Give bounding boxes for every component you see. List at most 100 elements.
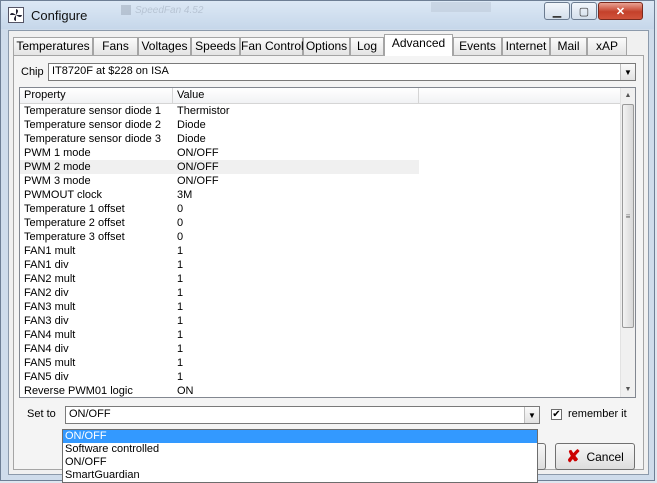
table-row[interactable]: Reverse PWM01 logic ON (20, 384, 621, 397)
property-cell: Temperature sensor diode 2 (24, 119, 161, 131)
dialog-client: Temperatures Fans Voltages Speeds Fan Contro… (8, 30, 649, 475)
maximize-icon: ▢ (578, 5, 590, 18)
table-row[interactable]: Temperature 1 offset 0 (20, 202, 621, 216)
value-cell: 1 (177, 245, 184, 257)
chevron-down-icon[interactable]: ▼ (620, 64, 635, 80)
table-row[interactable]: Temperature 3 offset 0 (20, 230, 621, 244)
tab-speeds[interactable]: Speeds (191, 37, 240, 55)
column-header-empty (419, 88, 621, 103)
list-rows: Temperature sensor diode 1 Thermistor Temp… (20, 104, 621, 397)
property-cell: FAN3 mult (24, 301, 76, 313)
tab-advanced[interactable]: Advanced (384, 34, 453, 56)
tab-voltages[interactable]: Voltages (138, 37, 191, 55)
table-row[interactable]: PWMOUT clock 3M (20, 188, 621, 202)
background-window-title: SpeedFan 4.52 (121, 5, 271, 19)
column-header-property[interactable]: Property (20, 88, 173, 103)
value-cell: ON/OFF (173, 160, 419, 174)
value-cell: Diode (177, 119, 206, 131)
tab-events[interactable]: Events (453, 37, 502, 55)
property-cell: Temperature 1 offset (24, 203, 125, 215)
remember-checkbox[interactable]: ✔ (551, 409, 562, 420)
table-row[interactable]: FAN2 div 1 (20, 286, 621, 300)
property-cell: FAN4 div (24, 343, 69, 355)
table-row[interactable]: PWM 3 mode ON/OFF (20, 174, 621, 188)
scroll-up-icon[interactable]: ▲ (621, 88, 635, 103)
dropdown-option[interactable]: ON/OFF (63, 430, 537, 443)
property-cell: Temperature 3 offset (24, 231, 125, 243)
set-to-dropdown-list: ON/OFF Software controlled ON/OFF SmartGuar… (62, 429, 538, 483)
table-row[interactable]: FAN2 mult 1 (20, 272, 621, 286)
scroll-thumb[interactable]: ≡ (622, 104, 634, 328)
tab-temperatures[interactable]: Temperatures (13, 37, 93, 55)
remember-label[interactable]: remember it (568, 408, 627, 420)
value-cell: 1 (177, 357, 184, 369)
tab-fan-control[interactable]: Fan Control (240, 37, 304, 55)
table-row[interactable]: FAN1 mult 1 (20, 244, 621, 258)
tab-fans[interactable]: Fans (93, 37, 138, 55)
value-cell: Thermistor (177, 105, 230, 117)
property-cell: FAN3 div (24, 315, 69, 327)
tab-options[interactable]: Options (303, 37, 350, 55)
set-to-label: Set to (27, 408, 56, 420)
dropdown-option[interactable]: ON/OFF (63, 456, 537, 469)
table-row[interactable]: FAN5 mult 1 (20, 356, 621, 370)
scroll-down-icon[interactable]: ▼ (621, 382, 635, 397)
dropdown-option[interactable]: Software controlled (63, 443, 537, 456)
list-header: Property Value (20, 88, 621, 104)
table-row[interactable]: Temperature sensor diode 3 Diode (20, 132, 621, 146)
chip-label: Chip (21, 66, 44, 78)
set-to-select[interactable]: ON/OFF ▼ (65, 406, 540, 424)
configure-window: Configure SpeedFan 4.52 ▁ ▢ ✕ Temperatur… (0, 0, 655, 483)
fan-app-icon (8, 7, 24, 23)
value-cell: 1 (177, 301, 184, 313)
column-header-value[interactable]: Value (173, 88, 419, 103)
vertical-scrollbar[interactable]: ▲ ≡ ▼ (620, 88, 635, 397)
cancel-button[interactable]: ✘ Cancel (555, 443, 635, 470)
maximize-button[interactable]: ▢ (571, 2, 597, 20)
property-cell: Temperature 2 offset (24, 217, 125, 229)
value-cell: 0 (177, 217, 184, 229)
value-cell: 0 (177, 203, 184, 215)
property-cell: Temperature sensor diode 1 (24, 105, 161, 117)
tab-internet[interactable]: Internet (502, 37, 550, 55)
checkmark-icon: ✔ (552, 409, 561, 420)
value-cell: Diode (177, 133, 206, 145)
tab-xap[interactable]: xAP (587, 37, 627, 55)
chip-select[interactable]: IT8720F at $228 on ISA ▼ (48, 63, 636, 81)
table-row[interactable]: Temperature 2 offset 0 (20, 216, 621, 230)
table-row[interactable]: FAN1 div 1 (20, 258, 621, 272)
value-cell: 1 (177, 287, 184, 299)
value-cell: 1 (177, 343, 184, 355)
property-cell: FAN4 mult (24, 329, 76, 341)
table-row[interactable]: Temperature sensor diode 2 Diode (20, 118, 621, 132)
value-cell: 1 (177, 259, 184, 271)
cancel-x-icon: ✘ (566, 447, 581, 466)
property-cell: PWM 3 mode (24, 175, 91, 187)
table-row[interactable]: FAN4 div 1 (20, 342, 621, 356)
advanced-tab-panel: Chip IT8720F at $228 on ISA ▼ Property V… (13, 55, 644, 470)
close-button[interactable]: ✕ (598, 2, 643, 20)
property-cell: FAN2 mult (24, 273, 76, 285)
table-row[interactable]: FAN4 mult 1 (20, 328, 621, 342)
property-list[interactable]: Property Value Temperature sensor diode … (19, 87, 636, 398)
value-cell: 3M (177, 189, 193, 201)
minimize-button[interactable]: ▁ (544, 2, 570, 20)
tab-log[interactable]: Log (350, 37, 384, 55)
value-cell: 1 (177, 329, 184, 341)
table-row[interactable]: FAN3 mult 1 (20, 300, 621, 314)
table-row[interactable]: FAN5 div 1 (20, 370, 621, 384)
table-row[interactable]: PWM 2 mode ON/OFF (20, 160, 621, 174)
dropdown-option[interactable]: SmartGuardian (63, 469, 537, 482)
title-bar[interactable]: Configure SpeedFan 4.52 ▁ ▢ ✕ (1, 1, 654, 29)
table-row[interactable]: PWM 1 mode ON/OFF (20, 146, 621, 160)
table-row[interactable]: Temperature sensor diode 1 Thermistor (20, 104, 621, 118)
table-row[interactable]: FAN3 div 1 (20, 314, 621, 328)
tab-mail[interactable]: Mail (550, 37, 587, 55)
minimize-icon: ▁ (552, 5, 562, 18)
value-cell: ON/OFF (177, 147, 219, 159)
property-cell: PWM 1 mode (24, 147, 91, 159)
property-cell: PWMOUT clock (24, 189, 103, 201)
chevron-down-icon[interactable]: ▼ (524, 407, 539, 423)
cancel-button-label: Cancel (586, 449, 624, 464)
property-cell: Temperature sensor diode 3 (24, 133, 161, 145)
